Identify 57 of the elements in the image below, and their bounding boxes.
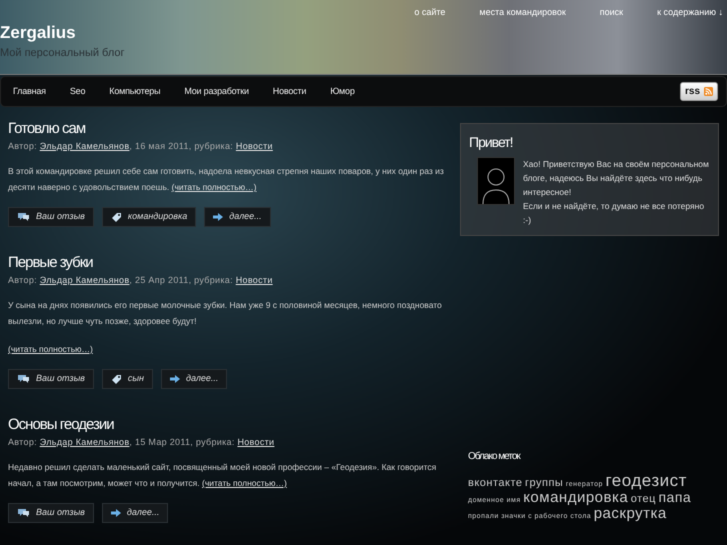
- nav-link[interactable]: Мои разработки: [184, 84, 249, 98]
- tag-link[interactable]: раскрутка: [594, 504, 667, 522]
- post-excerpt: У сына на днях появились его первые молочные зубки. Нам уже 9 с половиной месяцев, немного поздновато вылезли, но лучше чуть позже, здоровее будут!: [8, 299, 443, 328]
- nav-link[interactable]: Юмор: [330, 84, 355, 98]
- speech-bubble-icon: [17, 212, 30, 222]
- tag-link[interactable]: папа: [658, 488, 692, 505]
- avatar-placeholder: [477, 157, 515, 205]
- post-excerpt: В этой командировке решил себе сам готовить, надоела невкусная стрепня наших поваров, у них один раз из десяти наверно с удовольствием поешь. (читать полностью…): [8, 165, 444, 194]
- arrow-right-icon: [213, 213, 224, 221]
- speech-bubble-icon: [17, 508, 30, 518]
- read-more-link[interactable]: (читать полностью…): [172, 182, 256, 192]
- nav-link[interactable]: Компьютеры: [109, 84, 160, 98]
- rss-button[interactable]: rss: [680, 82, 718, 101]
- tag-link[interactable]: группы: [525, 477, 564, 489]
- more-button[interactable]: далее...: [160, 369, 228, 389]
- comment-button[interactable]: Ваш отзыв: [8, 369, 94, 389]
- comment-button[interactable]: Ваш отзыв: [8, 503, 94, 523]
- tag-link[interactable]: отец: [630, 492, 656, 505]
- top-link[interactable]: о сайте: [414, 6, 446, 20]
- post-excerpt: Недавно решил сделать маленький сайт, посвященный моей новой профессии – «Геодезия». Как говорится начал, а там посмотрим, может что и получится. (читать полностью…): [8, 461, 438, 490]
- post-meta: Автор: Эльдар Камельянов, 15 Мар 2011, рубрика: Новости: [8, 436, 276, 449]
- post-title[interactable]: Готовлю сам: [8, 121, 444, 138]
- nav-link[interactable]: Seo: [70, 84, 86, 98]
- tag-cloud-title: Облако меток: [468, 450, 522, 464]
- feed-icon: [704, 87, 713, 96]
- post-meta: Автор: Эльдар Камельянов, 25 Апр 2011, рубрика: Новости: [8, 274, 274, 287]
- comment-button[interactable]: Ваш отзыв: [8, 207, 94, 227]
- nav-link[interactable]: Главная: [13, 84, 46, 98]
- read-more-link[interactable]: (читать полностью…): [8, 344, 93, 354]
- speech-bubble-icon: [17, 374, 30, 384]
- tag-button[interactable]: сын: [102, 369, 153, 389]
- top-link[interactable]: места командировок: [479, 6, 566, 20]
- arrow-right-icon: [170, 375, 180, 383]
- post-title[interactable]: Первые зубки: [8, 255, 444, 272]
- arrow-right-icon: [110, 509, 121, 517]
- greeting-text: Хао! Приветствую Вас на своём персональном блоге, надеюсь Вы найдёте здесь что нибудь интересное! Если и не найдёте, то думаю не все потеряно :-): [523, 158, 710, 227]
- category-link[interactable]: Новости: [236, 140, 273, 150]
- tag-icon: [110, 374, 122, 384]
- greeting-title: Привет!: [469, 133, 514, 152]
- tag-link[interactable]: командировка: [523, 488, 628, 506]
- tag-link[interactable]: геодезист: [605, 471, 687, 490]
- site-title: Zergalius: [0, 24, 77, 40]
- tag-link[interactable]: вконтакте: [468, 477, 522, 489]
- post-title[interactable]: Основы геодезии: [8, 417, 444, 434]
- nav-link[interactable]: Новости: [272, 84, 306, 98]
- post-meta: Автор: Эльдар Камельянов, 16 мая 2011, рубрика: Новости: [8, 140, 274, 153]
- author-link[interactable]: Эльдар Камельянов: [40, 274, 130, 284]
- tag-button[interactable]: командировка: [102, 207, 196, 227]
- tag-icon: [110, 212, 122, 222]
- category-link[interactable]: Новости: [236, 274, 273, 284]
- more-button[interactable]: далее...: [204, 207, 271, 227]
- author-link[interactable]: Эльдар Камельянов: [40, 436, 130, 446]
- read-more-link[interactable]: (читать полностью…): [202, 478, 287, 488]
- top-link[interactable]: к содержанию ↓: [657, 6, 723, 20]
- more-button[interactable]: далее...: [102, 503, 168, 523]
- category-link[interactable]: Новости: [237, 436, 274, 446]
- author-link[interactable]: Эльдар Камельянов: [40, 140, 130, 150]
